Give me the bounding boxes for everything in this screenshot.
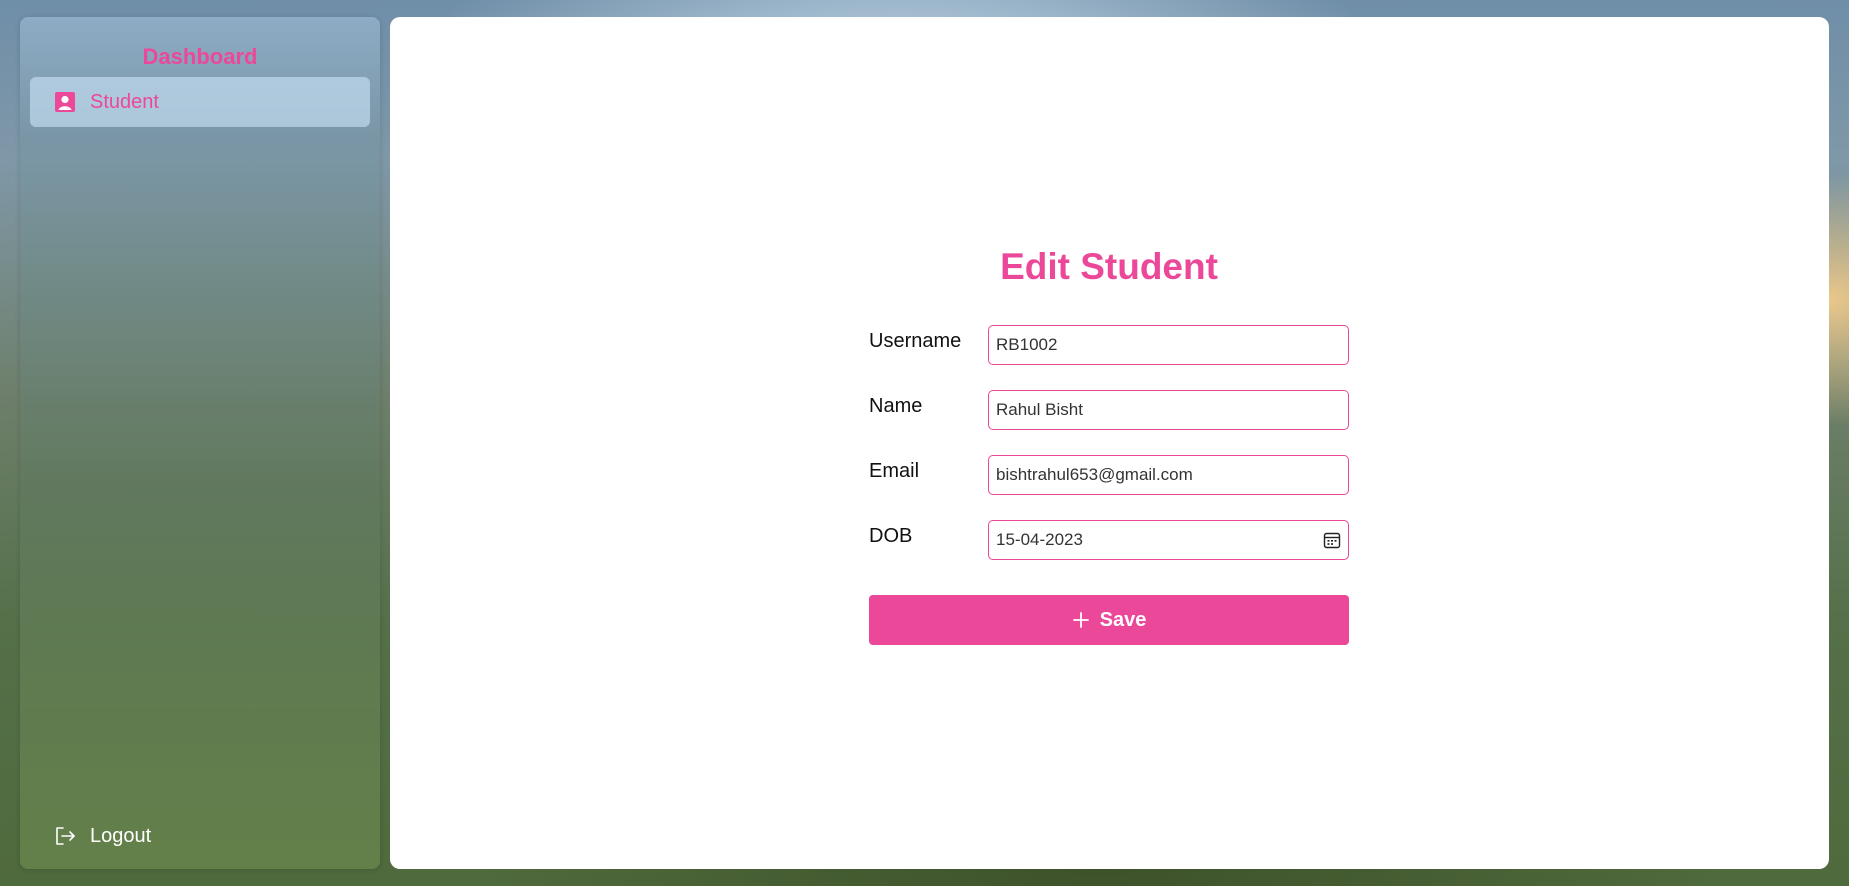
plus-icon [1072, 611, 1090, 629]
user-square-icon [54, 91, 76, 113]
logout-label: Logout [90, 824, 152, 847]
page-title: Edit Student [1000, 246, 1218, 287]
email-input[interactable] [996, 456, 1341, 494]
username-label: Username [869, 330, 962, 352]
dob-field[interactable] [988, 520, 1349, 560]
calendar-icon[interactable] [1323, 531, 1341, 549]
email-label: Email [869, 460, 920, 482]
name-field[interactable] [988, 390, 1349, 430]
form-row-dob: DOB [869, 520, 1349, 585]
username-input[interactable] [996, 326, 1341, 364]
dob-label: DOB [869, 525, 913, 547]
edit-student-form: Edit Student Username Name Email DOB [869, 242, 1349, 645]
save-button[interactable]: Save [869, 595, 1349, 645]
brand-title[interactable]: Dashboard [20, 44, 380, 70]
logout-icon [54, 825, 76, 847]
sidebar-item-student[interactable]: Student [30, 77, 370, 127]
form-row-name: Name [869, 390, 1349, 455]
logout-button[interactable]: Logout [54, 821, 151, 851]
form-row-email: Email [869, 455, 1349, 520]
form-row-username: Username [869, 325, 1349, 390]
main-panel: Edit Student Username Name Email DOB [390, 17, 1829, 869]
name-label: Name [869, 395, 923, 417]
save-label: Save [1099, 608, 1147, 631]
name-input[interactable] [996, 391, 1341, 429]
username-field[interactable] [988, 325, 1349, 365]
dob-input[interactable] [996, 521, 1341, 559]
sidebar: Dashboard Student Logout [20, 17, 380, 869]
email-field[interactable] [988, 455, 1349, 495]
sidebar-item-label: Student [90, 90, 159, 113]
